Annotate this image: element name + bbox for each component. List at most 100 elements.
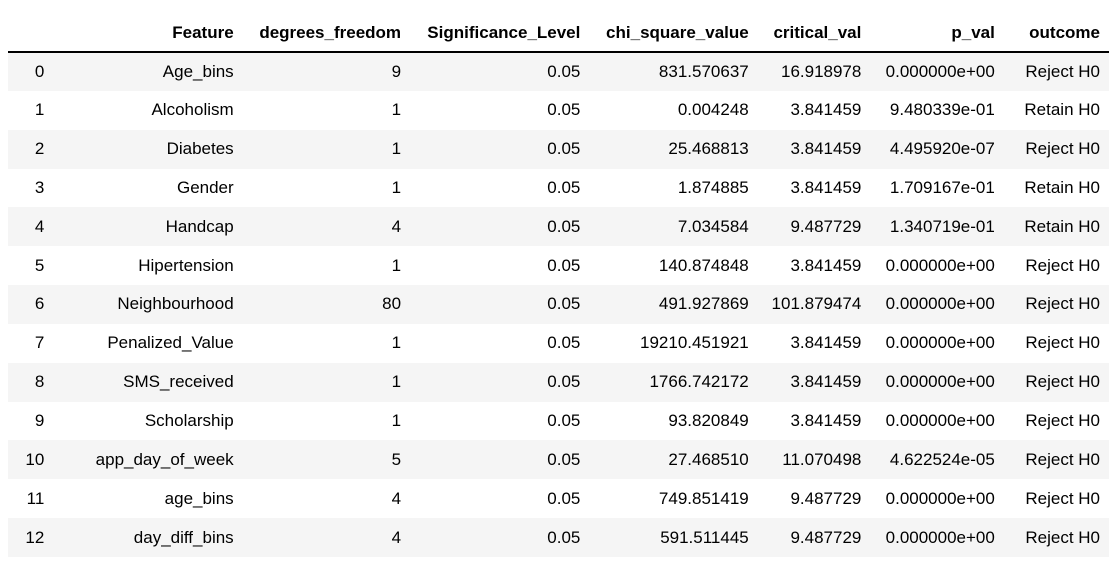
column-header-critical-val: critical_val [757, 14, 871, 53]
significance-level-cell: 0.05 [547, 488, 581, 508]
row-index: 11 [26, 488, 45, 508]
outcome-cell: Reject H0 [1025, 372, 1100, 392]
chi-square-value-cell: 19210.451921 [640, 333, 749, 353]
chi-square-value-cell: 0.004248 [677, 100, 749, 120]
outcome-cell: Reject H0 [1025, 255, 1100, 275]
table-row: 8 SMS_received 1 0.05 1766.742172 3.841459 0.0… [8, 362, 1109, 402]
critical-val-cell: 3.841459 [790, 100, 862, 120]
feature-cell: age_bins [164, 488, 234, 508]
p-val-cell: 9.480339e-01 [889, 100, 995, 120]
critical-val-cell: 9.487729 [790, 216, 862, 236]
column-header-p-val: p_val [870, 14, 1004, 53]
degrees-freedom-cell: 1 [391, 372, 402, 392]
chi-square-value-cell: 7.034584 [677, 216, 749, 236]
dataframe-output: Feature degrees_freedom Significance_Lev… [8, 14, 1109, 557]
feature-cell: Alcoholism [151, 100, 234, 120]
row-index: 9 [34, 411, 45, 431]
chi-square-results-table: Feature degrees_freedom Significance_Lev… [8, 14, 1109, 557]
p-val-cell: 4.495920e-07 [889, 139, 995, 159]
chi-square-value-cell: 93.820849 [668, 411, 749, 431]
outcome-cell: Reject H0 [1025, 449, 1100, 469]
significance-level-cell: 0.05 [547, 294, 581, 314]
row-index: 10 [25, 449, 45, 469]
row-index: 7 [34, 333, 45, 353]
significance-level-cell: 0.05 [547, 100, 581, 120]
p-val-cell: 0.000000e+00 [885, 255, 995, 275]
chi-square-value-cell: 831.570637 [658, 61, 749, 81]
table-row: 12 day_diff_bins 4 0.05 591.511445 9.487729 0.… [8, 518, 1109, 557]
critical-val-cell: 3.841459 [790, 333, 862, 353]
significance-level-cell: 0.05 [547, 139, 581, 159]
column-header-significance-level: Significance_Level [410, 14, 590, 53]
p-val-cell: 0.000000e+00 [885, 294, 995, 314]
chi-square-value-cell: 749.851419 [658, 488, 749, 508]
feature-cell: day_diff_bins [133, 527, 234, 547]
p-val-cell: 0.000000e+00 [885, 488, 995, 508]
table-row: 2 Diabetes 1 0.05 25.468813 3.841459 4.495920e… [8, 129, 1109, 169]
p-val-cell: 0.000000e+00 [885, 333, 995, 353]
p-val-cell: 0.000000e+00 [885, 372, 995, 392]
row-index: 6 [34, 294, 45, 314]
table-row: 7 Penalized_Value 1 0.05 19210.451921 3.84145… [8, 323, 1109, 363]
degrees-freedom-cell: 1 [391, 333, 402, 353]
chi-square-value-cell: 140.874848 [658, 255, 749, 275]
table-row: 5 Hipertension 1 0.05 140.874848 3.841459 0.00… [8, 246, 1109, 286]
table-header: Feature degrees_freedom Significance_Lev… [8, 14, 1109, 53]
table-row: 0 Age_bins 9 0.05 831.570637 16.918978 0.00000… [8, 52, 1109, 91]
degrees-freedom-cell: 4 [391, 527, 402, 547]
critical-val-cell: 101.879474 [771, 294, 862, 314]
significance-level-cell: 0.05 [547, 177, 581, 197]
significance-level-cell: 0.05 [547, 255, 581, 275]
row-index: 1 [34, 100, 45, 120]
row-index: 12 [25, 527, 45, 547]
outcome-cell: Reject H0 [1025, 411, 1100, 431]
degrees-freedom-cell: 5 [391, 449, 402, 469]
p-val-cell: 4.622524e-05 [889, 449, 995, 469]
p-val-cell: 0.000000e+00 [885, 411, 995, 431]
outcome-cell: Reject H0 [1025, 333, 1100, 353]
outcome-cell: Reject H0 [1025, 139, 1100, 159]
chi-square-value-cell: 1766.742172 [649, 372, 749, 392]
outcome-cell: Reject H0 [1025, 488, 1100, 508]
degrees-freedom-cell: 1 [391, 139, 402, 159]
row-index: 5 [34, 255, 45, 275]
significance-level-cell: 0.05 [547, 372, 581, 392]
feature-cell: Scholarship [144, 411, 234, 431]
feature-cell: Neighbourhood [117, 294, 234, 314]
chi-square-value-cell: 1.874885 [677, 177, 749, 197]
significance-level-cell: 0.05 [547, 333, 581, 353]
row-index: 0 [34, 61, 45, 81]
outcome-cell: Retain H0 [1024, 100, 1100, 120]
column-header-feature: Feature [53, 14, 243, 53]
column-header-chi-square-value: chi_square_value [589, 14, 758, 53]
row-index: 4 [34, 216, 45, 236]
degrees-freedom-cell: 4 [391, 216, 402, 236]
feature-cell: Age_bins [162, 61, 234, 81]
degrees-freedom-cell: 4 [391, 488, 402, 508]
critical-val-cell: 3.841459 [790, 177, 862, 197]
p-val-cell: 0.000000e+00 [885, 61, 995, 81]
degrees-freedom-cell: 1 [391, 177, 402, 197]
header-row: Feature degrees_freedom Significance_Lev… [8, 14, 1109, 53]
outcome-cell: Reject H0 [1025, 294, 1100, 314]
feature-cell: Handcap [165, 216, 234, 236]
feature-cell: Diabetes [166, 139, 234, 159]
chi-square-value-cell: 25.468813 [668, 139, 749, 159]
outcome-cell: Reject H0 [1025, 527, 1100, 547]
critical-val-cell: 11.070498 [782, 449, 862, 469]
outcome-cell: Retain H0 [1024, 216, 1100, 236]
significance-level-cell: 0.05 [547, 411, 581, 431]
row-index: 8 [34, 372, 45, 392]
feature-cell: Penalized_Value [107, 333, 234, 353]
p-val-cell: 1.340719e-01 [889, 216, 995, 236]
outcome-cell: Reject H0 [1025, 61, 1100, 81]
row-index: 2 [34, 139, 45, 159]
critical-val-cell: 9.487729 [790, 488, 862, 508]
degrees-freedom-cell: 1 [391, 411, 402, 431]
degrees-freedom-cell: 9 [391, 61, 402, 81]
table-row: 3 Gender 1 0.05 1.874885 3.841459 1.709167e-01… [8, 168, 1109, 208]
outcome-cell: Retain H0 [1024, 177, 1100, 197]
feature-cell: Hipertension [138, 255, 234, 275]
chi-square-value-cell: 591.511445 [660, 527, 749, 547]
critical-val-cell: 3.841459 [790, 139, 862, 159]
